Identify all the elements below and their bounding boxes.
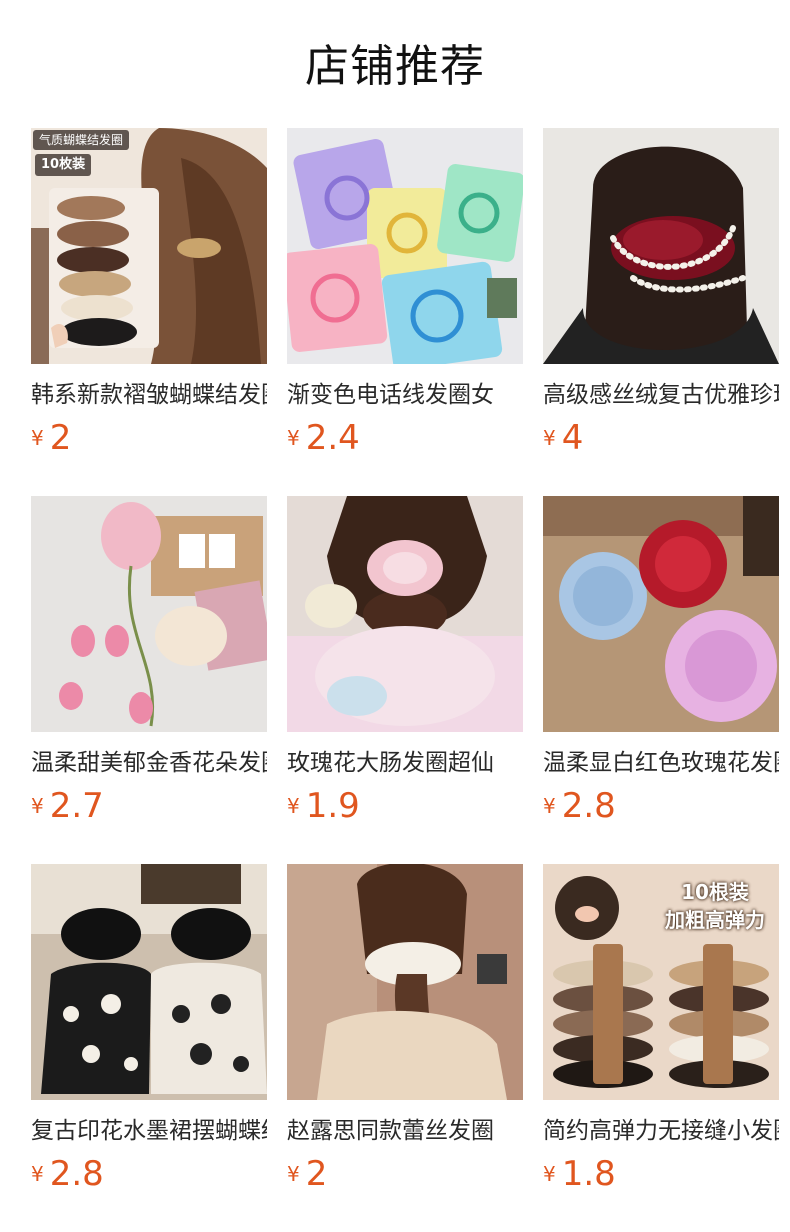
currency-symbol: ¥ xyxy=(543,794,556,818)
product-card[interactable]: 玫瑰花大肠发圈超仙 ¥1.9 xyxy=(287,496,523,836)
product-badge-count: 10枚装 xyxy=(35,154,92,176)
currency-symbol: ¥ xyxy=(287,1162,300,1186)
product-card[interactable]: 复古印花水墨裙摆蝴蝶结发圈 ¥2.8 xyxy=(31,864,267,1204)
pack-count-label: 10根装 xyxy=(681,880,749,904)
price-value: 4 xyxy=(561,418,584,458)
tulip-scrunchie-photo-icon[interactable] xyxy=(31,496,267,732)
price-value: 1.8 xyxy=(561,1154,616,1194)
rose-scrunchie-photo-icon[interactable] xyxy=(287,496,523,732)
coil-hair-tie-photo-icon[interactable] xyxy=(287,128,523,364)
currency-symbol: ¥ xyxy=(287,794,300,818)
price-value: 2.8 xyxy=(49,1154,104,1194)
product-name[interactable]: 复古印花水墨裙摆蝴蝶结发圈 xyxy=(31,1114,267,1148)
elastic-band-pack-photo-icon[interactable]: 10根装 加粗高弹力 xyxy=(543,864,779,1100)
product-name[interactable]: 温柔甜美郁金香花朵发圈 xyxy=(31,746,267,780)
currency-symbol: ¥ xyxy=(31,426,44,450)
currency-symbol: ¥ xyxy=(287,426,300,450)
product-name[interactable]: 温柔显白红色玫瑰花发圈 xyxy=(543,746,779,780)
product-name[interactable]: 赵露思同款蕾丝发圈 xyxy=(287,1114,523,1148)
product-card[interactable]: 渐变色电话线发圈女 ¥2.4 xyxy=(287,128,523,468)
product-name[interactable]: 韩系新款褶皱蝴蝶结发圈 xyxy=(31,378,267,412)
currency-symbol: ¥ xyxy=(31,1162,44,1186)
product-price: ¥2.4 xyxy=(287,418,360,458)
product-price: ¥2.7 xyxy=(31,786,104,826)
product-card[interactable]: 赵露思同款蕾丝发圈 ¥2 xyxy=(287,864,523,1204)
pack-feature-label: 加粗高弹力 xyxy=(665,908,765,932)
currency-symbol: ¥ xyxy=(31,794,44,818)
product-name[interactable]: 渐变色电话线发圈女 xyxy=(287,378,523,412)
price-value: 2.4 xyxy=(305,418,360,458)
product-name[interactable]: 高级感丝绒复古优雅珍珠发圈 xyxy=(543,378,779,412)
product-card[interactable]: 10根装 加粗高弹力 简约高弹力无接缝小发圈 ¥1.8 xyxy=(543,864,779,1204)
lace-scrunchie-braid-photo-icon[interactable] xyxy=(287,864,523,1100)
product-card[interactable]: 温柔甜美郁金香花朵发圈 ¥2.7 xyxy=(31,496,267,836)
product-name[interactable]: 玫瑰花大肠发圈超仙 xyxy=(287,746,523,780)
product-badge: 气质蝴蝶结发圈 xyxy=(33,130,130,150)
ink-print-ribbon-scrunchie-photo-icon[interactable] xyxy=(31,864,267,1100)
product-price: ¥4 xyxy=(543,418,583,458)
price-value: 2.7 xyxy=(49,786,104,826)
product-price: ¥2 xyxy=(287,1154,327,1194)
currency-symbol: ¥ xyxy=(543,426,556,450)
page-title: 店铺推荐 xyxy=(305,41,485,92)
price-value: 2.8 xyxy=(561,786,616,826)
bow-scrunchie-photo-icon[interactable]: 气质蝴蝶结发圈 10枚装 xyxy=(31,128,267,364)
velvet-pearl-scrunchie-photo-icon[interactable] xyxy=(543,128,779,364)
currency-symbol: ¥ xyxy=(543,1162,556,1186)
product-card[interactable]: 气质蝴蝶结发圈 10枚装 韩系新款褶皱蝴蝶结发圈 ¥2 xyxy=(31,128,267,468)
pack-overlay-text: 10根装 加粗高弹力 xyxy=(665,878,765,934)
price-value: 2 xyxy=(305,1154,328,1194)
lace-rose-scrunchie-photo-icon[interactable] xyxy=(543,496,779,732)
price-value: 2 xyxy=(49,418,72,458)
product-price: ¥2 xyxy=(31,418,71,458)
product-card[interactable]: 温柔显白红色玫瑰花发圈 ¥2.8 xyxy=(543,496,779,836)
product-price: ¥1.9 xyxy=(287,786,360,826)
price-value: 1.9 xyxy=(305,786,360,826)
product-price: ¥1.8 xyxy=(543,1154,616,1194)
product-name[interactable]: 简约高弹力无接缝小发圈 xyxy=(543,1114,779,1148)
product-price: ¥2.8 xyxy=(31,1154,104,1194)
product-price: ¥2.8 xyxy=(543,786,616,826)
product-card[interactable]: 高级感丝绒复古优雅珍珠发圈 ¥4 xyxy=(543,128,779,468)
